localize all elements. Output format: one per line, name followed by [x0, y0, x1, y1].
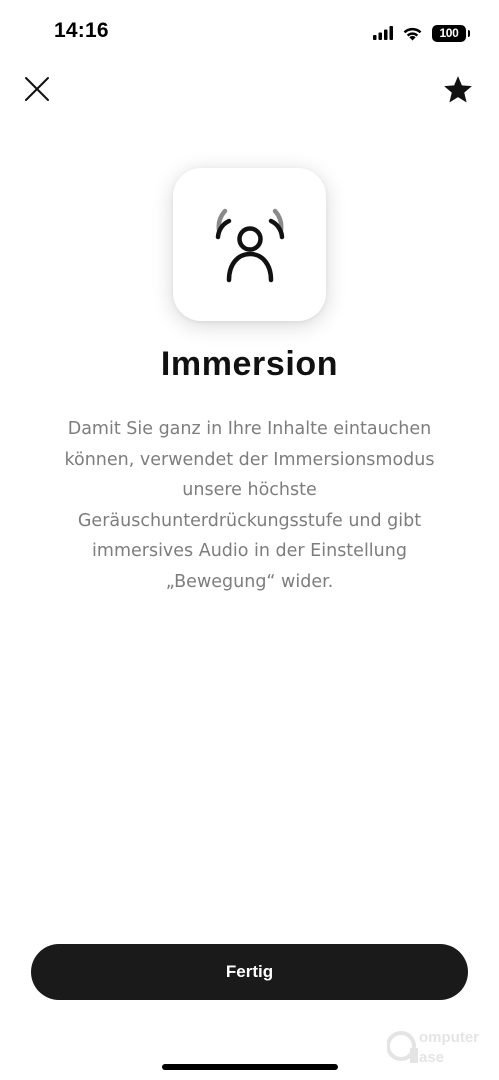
close-button[interactable] — [20, 72, 54, 106]
svg-text:omputer: omputer — [419, 1029, 479, 1046]
battery-level: 100 — [439, 26, 459, 40]
description-line: „Bewegung“ wider. — [165, 571, 334, 592]
home-indicator — [162, 1064, 338, 1070]
description-line: Damit Sie ganz in Ihre Inhalte eintauche… — [67, 419, 432, 439]
battery-icon: 100 — [432, 24, 470, 42]
mode-icon-card — [173, 168, 326, 321]
immersion-listener-icon — [215, 208, 284, 282]
computerbase-watermark-logo: omputer ase — [387, 1029, 479, 1066]
wifi-icon — [403, 27, 422, 40]
mode-description: Damit Sie ganz in Ihre Inhalte eintauche… — [40, 414, 459, 597]
mode-title: Immersion — [160, 345, 339, 383]
description-line: Geräuschunterdrückungsstufe und gibt — [77, 510, 422, 531]
status-icons: 100 — [373, 22, 470, 44]
status-bar: 14:16 100 — [0, 0, 499, 66]
description-line: unsere höchste — [182, 480, 317, 500]
description-line: immersives Audio in der Einstellung — [92, 541, 407, 561]
description-line: können, verwendet der Immersionsmodus — [64, 449, 435, 470]
favorite-button[interactable] — [441, 72, 475, 106]
cellular-signal-icon — [373, 26, 393, 40]
close-icon — [25, 77, 49, 101]
svg-text:ase: ase — [419, 1049, 444, 1066]
status-time: 14:16 — [54, 19, 109, 42]
star-icon — [444, 75, 472, 102]
done-button[interactable]: Fertig — [31, 944, 468, 1000]
